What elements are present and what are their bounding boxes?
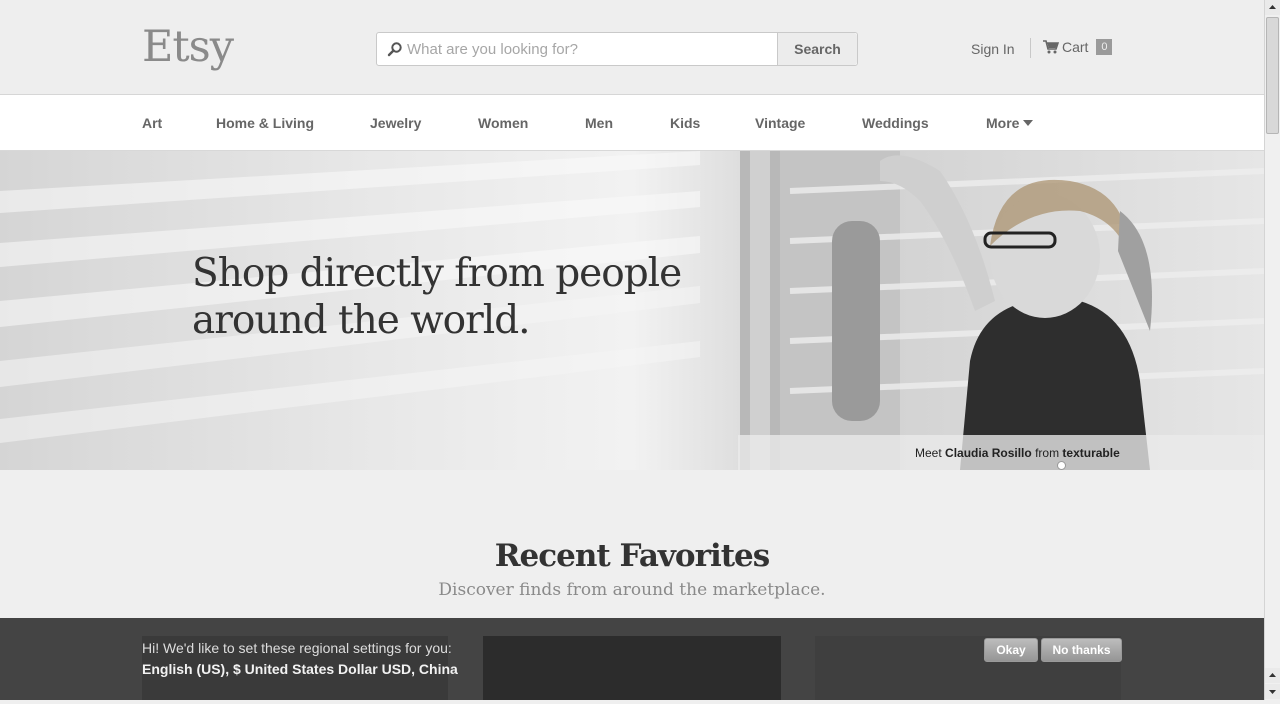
scroll-thumb[interactable] — [1266, 17, 1279, 134]
nav-item-kids[interactable]: Kids — [670, 115, 700, 131]
hero-caption-shop[interactable]: texturable — [1062, 446, 1119, 460]
nav-item-vintage[interactable]: Vintage — [755, 115, 805, 131]
okay-button[interactable]: Okay — [984, 638, 1038, 662]
nav-item-art[interactable]: Art — [142, 115, 162, 131]
recent-favorites-subtitle: Discover finds from around the marketpla… — [438, 580, 826, 600]
cart-label: Cart — [1062, 39, 1089, 55]
arrow-up-icon — [1269, 5, 1276, 9]
hero-caption-seller[interactable]: Claudia Rosillo — [945, 446, 1032, 460]
category-nav: Art Home & Living Jewelry Women Men Kids… — [0, 95, 1264, 151]
arrow-up-icon — [1269, 673, 1276, 677]
hero-headline-line1: Shop directly from people — [192, 251, 682, 296]
hero-caption-middle: from — [1035, 446, 1060, 460]
page: Etsy Search Sign In Cart 0 Art Home & Li… — [0, 0, 1264, 700]
nav-item-jewelry[interactable]: Jewelry — [370, 115, 421, 131]
no-thanks-button[interactable]: No thanks — [1041, 638, 1122, 662]
nav-item-weddings[interactable]: Weddings — [862, 115, 929, 131]
carousel-dot[interactable] — [1057, 461, 1066, 470]
header-divider — [1030, 38, 1031, 58]
sign-in-link[interactable]: Sign In — [971, 41, 1015, 57]
scroll-up-arrow[interactable] — [1265, 0, 1280, 15]
vertical-scrollbar[interactable] — [1264, 0, 1280, 700]
caret-down-icon — [1023, 120, 1034, 126]
search-bar: Search — [376, 32, 858, 66]
site-header: Etsy Search Sign In Cart 0 — [0, 0, 1264, 95]
arrow-down-icon — [1269, 690, 1276, 694]
region-prompt-text: Hi! We'd like to set these regional sett… — [142, 640, 452, 656]
nav-item-home-living[interactable]: Home & Living — [216, 115, 314, 131]
nav-more-label: More — [986, 115, 1020, 131]
search-input[interactable] — [407, 33, 775, 65]
cart-link[interactable]: Cart 0 — [1043, 39, 1113, 55]
scroll-down-arrow[interactable] — [1265, 684, 1280, 699]
cart-icon — [1043, 40, 1059, 54]
search-button[interactable]: Search — [777, 33, 857, 65]
scroll-up-arrow-bottom[interactable] — [1265, 668, 1280, 683]
cart-count-badge: 0 — [1096, 39, 1113, 55]
hero-headline-line2: around the world. — [192, 298, 531, 343]
hero-headline: Shop directly from people around the wor… — [192, 250, 712, 344]
nav-item-men[interactable]: Men — [585, 115, 613, 131]
regional-settings-banner: Hi! We'd like to set these regional sett… — [0, 618, 1264, 700]
hero-banner[interactable]: Shop directly from people around the wor… — [0, 151, 1264, 470]
hero-caption[interactable]: Meet Claudia Rosillo from texturable — [915, 446, 1120, 460]
region-settings-value: English (US), $ United States Dollar USD… — [142, 661, 458, 677]
favorite-card[interactable] — [483, 636, 781, 700]
nav-item-women[interactable]: Women — [478, 115, 528, 131]
search-icon — [387, 42, 402, 57]
recent-favorites-title: Recent Favorites — [494, 538, 770, 574]
etsy-logo[interactable]: Etsy — [142, 22, 234, 72]
hero-caption-prefix: Meet — [915, 446, 942, 460]
nav-item-more[interactable]: More — [986, 115, 1034, 131]
